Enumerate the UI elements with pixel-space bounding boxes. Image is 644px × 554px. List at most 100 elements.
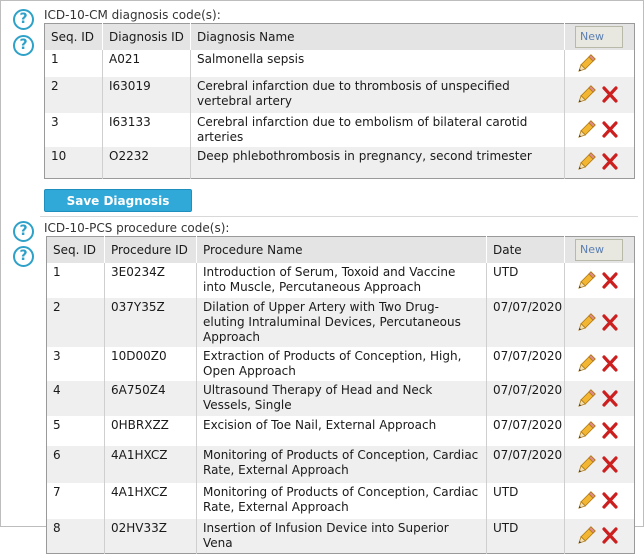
table-row: 7 4A1HXCZ Monitoring of Products of Concep… [46,483,635,519]
cell-name: Cerebral infarction due to embolism of b… [190,113,565,147]
table-row: 5 0HBRXZZ Excision of Toe Nail, External A… [46,416,635,446]
cell-seq: 7 [46,483,105,519]
col-header-procedure-name: Procedure Name [196,236,487,263]
row-actions [564,50,635,77]
cell-name: Extraction of Products of Conception, Hi… [196,347,487,381]
new-procedure-button[interactable]: New [575,239,623,261]
red-x-delete-icon[interactable] [600,271,620,291]
cell-seq: 1 [46,263,105,298]
cell-code: 4A1HXCZ [104,446,197,483]
help-question-icon[interactable]: ? [13,35,34,56]
cell-seq: 6 [46,446,105,483]
cell-seq: 1 [44,50,103,77]
help-question-icon[interactable]: ? [13,221,34,242]
red-x-delete-icon[interactable] [600,152,620,172]
row-actions [564,113,635,147]
diagnosis-table: Seq. ID Diagnosis ID Diagnosis Name New … [44,23,635,179]
red-x-delete-icon[interactable] [600,120,620,140]
cell-seq: 5 [46,416,105,446]
cell-date: UTD [486,519,565,554]
pencil-edit-icon[interactable] [575,151,597,173]
procedure-table: Seq. ID Procedure ID Procedure Name Date… [46,236,635,554]
pencil-edit-icon[interactable] [575,490,597,512]
col-header-seq-id: Seq. ID [44,23,103,50]
cell-date: 07/07/2020 [486,381,565,416]
new-diagnosis-button[interactable]: New [575,26,623,48]
pencil-edit-icon[interactable] [575,353,597,375]
pencil-edit-icon[interactable] [575,525,597,547]
cell-seq: 2 [46,298,105,347]
col-header-date: Date [486,236,565,263]
cell-seq: 8 [46,519,105,554]
red-x-delete-icon[interactable] [600,455,620,475]
new-header-cell: New [564,23,635,50]
cell-name: Salmonella sepsis [190,50,565,77]
table-row: 3 10D00Z0 Extraction of Products of Concep… [46,347,635,381]
cell-code: 6A750Z4 [104,381,197,416]
col-header-diagnosis-id: Diagnosis ID [102,23,191,50]
cell-code: 02HV33Z [104,519,197,554]
procedure-section-title: ICD-10-PCS procedure code(s): [44,221,230,235]
pencil-edit-icon[interactable] [575,454,597,476]
help-question-icon[interactable]: ? [13,9,34,30]
row-actions [564,483,635,519]
row-actions [564,381,635,416]
cell-seq: 2 [44,77,103,113]
cell-seq: 10 [44,147,103,178]
diagnosis-section-title: ICD-10-CM diagnosis code(s): [44,8,221,22]
cell-seq: 3 [44,113,103,147]
red-x-delete-icon[interactable] [600,85,620,105]
red-x-delete-icon[interactable] [600,491,620,511]
table-row: 8 02HV33Z Insertion of Infusion Device int… [46,519,635,554]
row-actions [564,416,635,446]
save-diagnosis-codes-button[interactable]: Save Diagnosis Codes [44,189,192,230]
cell-date: 07/07/2020 [486,347,565,381]
table-row: 3 I63133 Cerebral infarction due to emboli… [44,113,635,147]
red-x-delete-icon[interactable] [600,313,620,333]
cell-code: O2232 [102,147,191,178]
pencil-edit-icon[interactable] [575,420,597,442]
row-actions [564,446,635,483]
row-actions [564,298,635,347]
red-x-delete-icon[interactable] [600,526,620,546]
cell-code: A021 [102,50,191,77]
cell-date: 07/07/2020 [486,446,565,483]
cell-date: 07/07/2020 [486,298,565,347]
cell-name: Ultrasound Therapy of Head and Neck Vess… [196,381,487,416]
cell-name: Excision of Toe Nail, External Approach [196,416,487,446]
pencil-edit-icon[interactable] [575,270,597,292]
table-row: 2 I63019 Cerebral infarction due to thromb… [44,77,635,113]
cell-date: 07/07/2020 [486,416,565,446]
cell-code: 10D00Z0 [104,347,197,381]
cell-name: Introduction of Serum, Toxoid and Vaccin… [196,263,487,298]
cell-name: Cerebral infarction due to thrombosis of… [190,77,565,113]
cell-name: Monitoring of Products of Conception, Ca… [196,483,487,519]
new-header-cell: New [564,236,635,263]
red-x-delete-icon[interactable] [600,389,620,409]
cell-name: Insertion of Infusion Device into Superi… [196,519,487,554]
pencil-edit-icon[interactable] [575,119,597,141]
table-row: 10 O2232 Deep phlebothrombosis in pregnanc… [44,147,635,178]
red-x-delete-icon[interactable] [600,421,620,441]
cell-name: Monitoring of Products of Conception, Ca… [196,446,487,483]
table-row: 1 3E0234Z Introduction of Serum, Toxoid an… [46,263,635,298]
row-actions [564,519,635,554]
cell-name: Dilation of Upper Artery with Two Drug-e… [196,298,487,347]
cell-seq: 4 [46,381,105,416]
pencil-edit-icon[interactable] [575,53,597,75]
pencil-edit-icon[interactable] [575,312,597,334]
row-actions [564,147,635,178]
red-x-delete-icon[interactable] [600,354,620,374]
cell-seq: 3 [46,347,105,381]
cell-code: I63019 [102,77,191,113]
cell-name: Deep phlebothrombosis in pregnancy, seco… [190,147,565,178]
table-row: 2 037Y35Z Dilation of Upper Artery with Tw… [46,298,635,347]
pencil-edit-icon[interactable] [575,84,597,106]
row-actions [564,77,635,113]
row-actions [564,347,635,381]
pencil-edit-icon[interactable] [575,388,597,410]
help-question-icon[interactable]: ? [13,246,34,267]
section-divider [40,216,638,217]
cell-date: UTD [486,483,565,519]
row-actions [564,263,635,298]
